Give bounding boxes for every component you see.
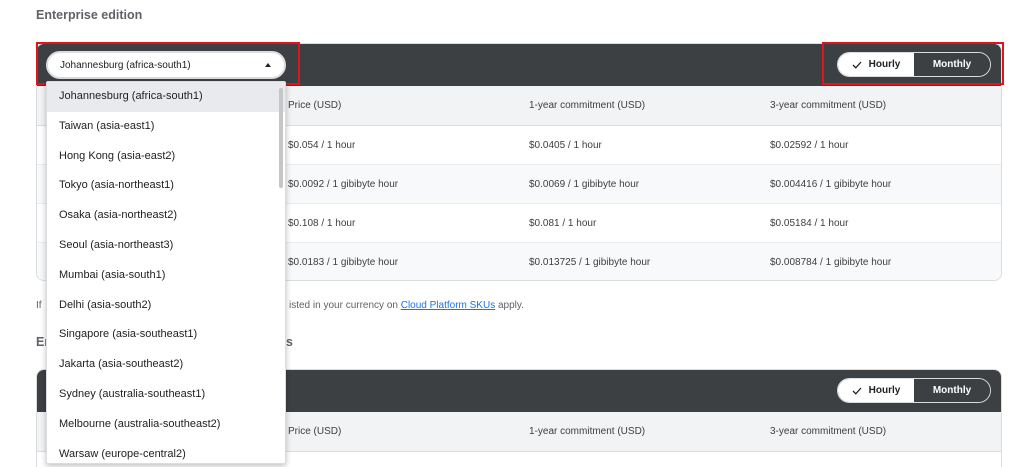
- table-cell: $0.004416 / 1 gibibyte hour: [770, 179, 892, 190]
- section-title: Enterprise edition: [36, 8, 143, 22]
- dropdown-option[interactable]: Osaka (asia-northeast2): [47, 201, 285, 231]
- section2-title-end: s: [286, 335, 293, 349]
- column-header: 1-year commitment (USD): [529, 426, 646, 437]
- toggle-hourly-label: Hourly: [868, 385, 901, 396]
- dropdown-option[interactable]: Melbourne (australia-southeast2): [47, 410, 285, 440]
- billing-toggle[interactable]: Hourly Monthly: [837, 52, 991, 77]
- dropdown-option[interactable]: Jakarta (asia-southeast2): [47, 350, 285, 380]
- toggle-monthly[interactable]: Monthly: [914, 379, 990, 402]
- dropdown-scrollbar[interactable]: [279, 88, 283, 188]
- table-cell: $0.108 / 1 hour: [288, 218, 356, 229]
- toggle-monthly-label: Monthly: [932, 385, 972, 396]
- dropdown-option[interactable]: Sydney (australia-southeast1): [47, 380, 285, 410]
- table-cell: $0.0405 / 1 hour: [529, 140, 602, 151]
- column-header: 3-year commitment (USD): [770, 426, 887, 437]
- toggle-hourly-label: Hourly: [868, 59, 901, 70]
- dropdown-option[interactable]: Warsaw (europe-central2): [47, 440, 285, 463]
- table-cell: $0.05184 / 1 hour: [770, 218, 849, 229]
- billing-toggle[interactable]: Hourly Monthly: [837, 378, 991, 403]
- table-cell: $0.054 / 1 hour: [288, 140, 356, 151]
- dropdown-option[interactable]: Mumbai (asia-south1): [47, 261, 285, 291]
- check-icon: [852, 387, 862, 395]
- note-tail: apply.: [495, 300, 524, 311]
- table-cell: $0.0092 / 1 gibibyte hour: [288, 179, 399, 190]
- card-toolbar: Johannesburg (africa-south1) Hourly Mont…: [37, 44, 1001, 86]
- dropdown-option[interactable]: Hong Kong (asia-east2): [47, 142, 285, 172]
- check-icon: [852, 61, 862, 69]
- note-lead: If: [36, 300, 42, 311]
- dropdown-option[interactable]: Tokyo (asia-northeast1): [47, 171, 285, 201]
- toggle-monthly[interactable]: Monthly: [914, 53, 990, 76]
- toggle-hourly[interactable]: Hourly: [838, 379, 914, 402]
- pricing-note: isted in your currency on Cloud Platform…: [289, 300, 524, 311]
- table-cell: $0.081 / 1 hour: [529, 218, 597, 229]
- dropdown-option[interactable]: Seoul (asia-northeast3): [47, 231, 285, 261]
- column-header: Price (USD): [288, 100, 342, 111]
- table-cell: $0.013725 / 1 gibibyte hour: [529, 257, 651, 268]
- column-header: Price (USD): [288, 426, 342, 437]
- table-cell: $0.0183 / 1 gibibyte hour: [288, 257, 399, 268]
- dropdown-option[interactable]: Singapore (asia-southeast1): [47, 320, 285, 350]
- toggle-monthly-label: Monthly: [932, 59, 972, 70]
- region-select-value: Johannesburg (africa-south1): [60, 59, 191, 71]
- column-header: 3-year commitment (USD): [770, 100, 887, 111]
- toggle-hourly[interactable]: Hourly: [838, 53, 914, 76]
- dropdown-option[interactable]: Taiwan (asia-east1): [47, 112, 285, 142]
- dropdown-option[interactable]: Delhi (asia-south2): [47, 291, 285, 321]
- column-header: 1-year commitment (USD): [529, 100, 646, 111]
- region-dropdown-list[interactable]: Johannesburg (africa-south1) Taiwan (asi…: [46, 81, 286, 464]
- table-cell: $0.008784 / 1 gibibyte hour: [770, 257, 892, 268]
- dropdown-option[interactable]: Johannesburg (africa-south1): [47, 82, 285, 112]
- table-cell: $0.02592 / 1 hour: [770, 140, 849, 151]
- cloud-skus-link[interactable]: Cloud Platform SKUs: [401, 300, 495, 311]
- note-text: isted in your currency on: [289, 300, 401, 311]
- table-cell: $0.0069 / 1 gibibyte hour: [529, 179, 640, 190]
- caret-up-icon: [265, 63, 271, 67]
- region-select[interactable]: Johannesburg (africa-south1): [46, 51, 286, 79]
